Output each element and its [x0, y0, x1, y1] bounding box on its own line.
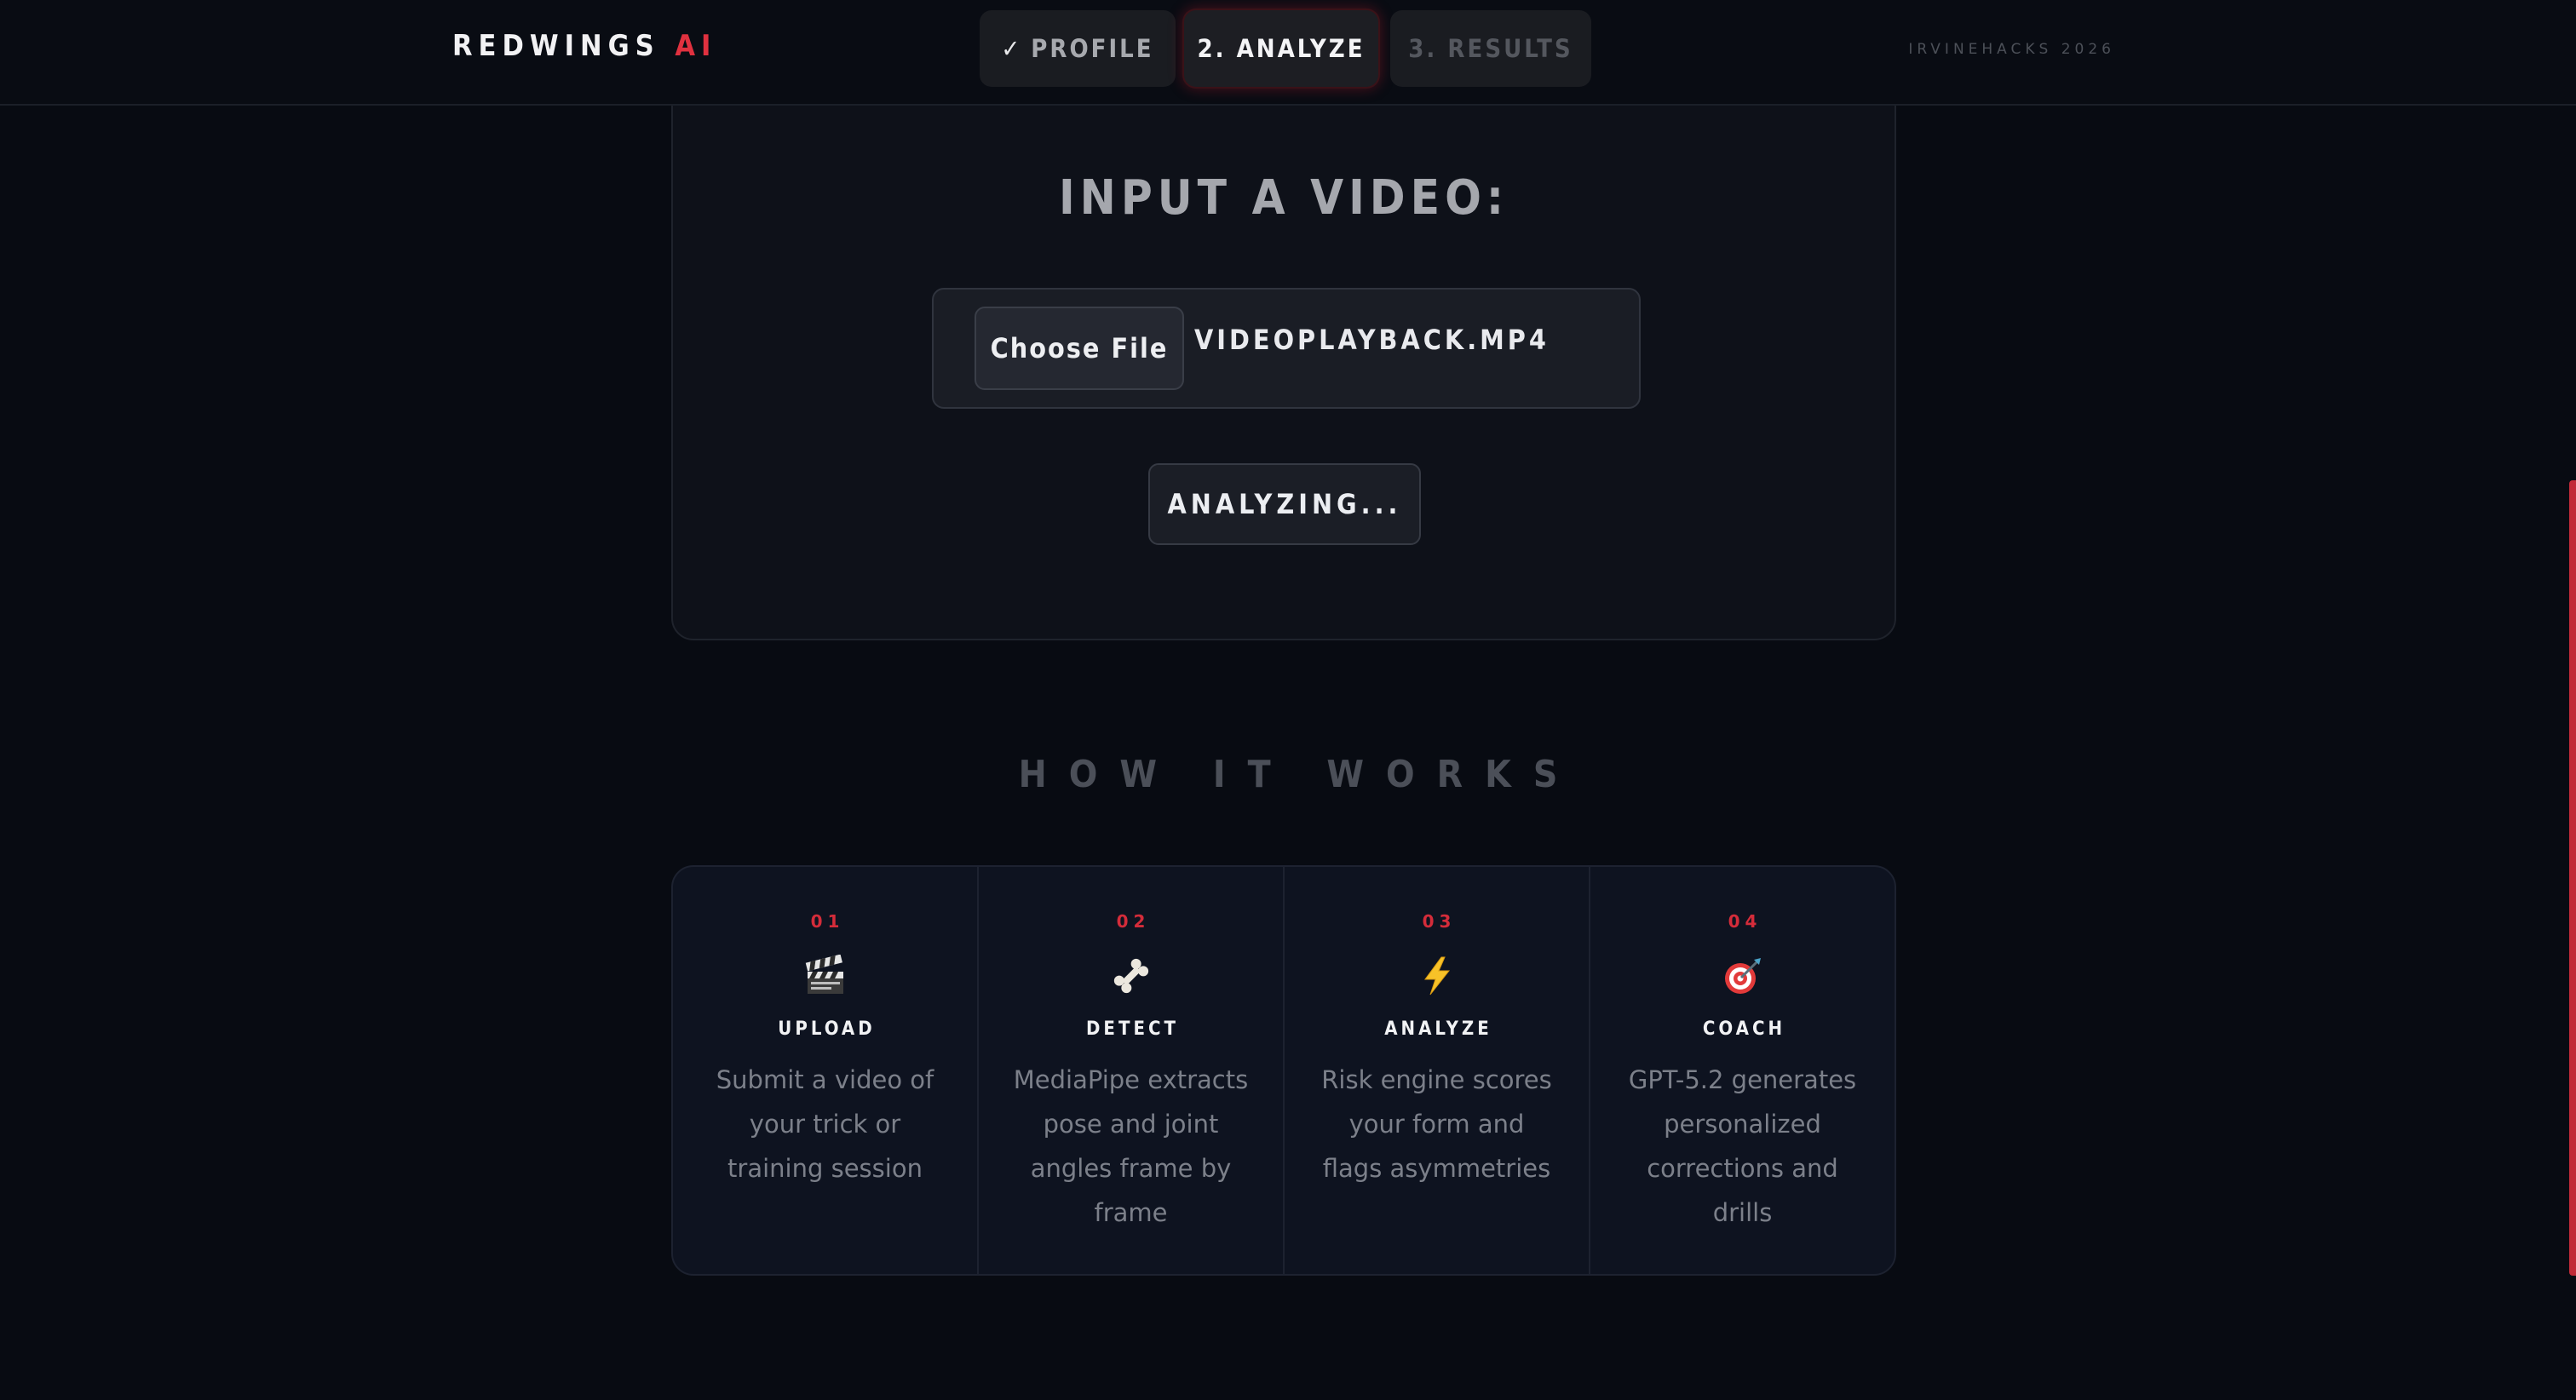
- step-name: DETECT: [1085, 1018, 1179, 1040]
- how-it-works-heading: HOW IT WORKS: [1018, 753, 1580, 796]
- step-description: Submit a video of your trick or training…: [716, 1065, 934, 1183]
- step-number: 03: [1422, 911, 1457, 932]
- brand-accent: AI: [675, 29, 717, 63]
- video-upload-card: INPUT A VIDEO: Choose File VIDEOPLAYBACK…: [671, 51, 1896, 640]
- step-tab-profile[interactable]: ✓ PROFILE: [980, 10, 1176, 87]
- step-number: 01: [810, 911, 845, 932]
- target-icon: [1590, 950, 1895, 1001]
- selected-file-name: VIDEOPLAYBACK.MP4: [1194, 324, 1550, 356]
- step-description: GPT-5.2 generates personalized correctio…: [1628, 1065, 1857, 1227]
- event-tag: IRVINEHACKS 2026: [1908, 41, 2115, 58]
- analyze-button[interactable]: ANALYZING...: [1148, 463, 1421, 545]
- how-step-card-coach: 04 COACH GPT-5.2 generates personalized …: [1590, 867, 1895, 1274]
- how-step-card-upload: 01 UPLOAD Submit a video of your trick o…: [673, 867, 979, 1274]
- brand-name: REDWINGS: [452, 29, 660, 63]
- choose-file-button[interactable]: Choose File: [975, 307, 1184, 390]
- step-tab-results[interactable]: 3. RESULTS: [1390, 10, 1591, 87]
- step-description: MediaPipe extracts pose and joint angles…: [1013, 1065, 1249, 1227]
- top-nav-bar: REDWINGS AI ✓ PROFILE 2. ANALYZE 3. RESU…: [0, 0, 2576, 106]
- brand-logo[interactable]: REDWINGS AI: [452, 29, 716, 63]
- scrollbar-thumb[interactable]: [2569, 480, 2576, 1276]
- step-tab-label: 2. ANALYZE: [1197, 34, 1366, 63]
- step-name: UPLOAD: [778, 1018, 876, 1040]
- how-it-works-grid: 01 UPLOAD Submit a video of your trick o…: [671, 865, 1896, 1276]
- step-name: ANALYZE: [1384, 1018, 1492, 1040]
- lightning-icon: [1285, 950, 1589, 1001]
- step-number: 04: [1728, 911, 1762, 932]
- page: REDWINGS AI ✓ PROFILE 2. ANALYZE 3. RESU…: [0, 0, 2576, 1400]
- how-step-card-detect: 02 DETECT MediaPipe extracts pose and jo…: [979, 867, 1285, 1274]
- step-name: COACH: [1702, 1018, 1786, 1040]
- step-tab-label: 3. RESULTS: [1408, 34, 1573, 63]
- file-input-field[interactable]: Choose File VIDEOPLAYBACK.MP4: [932, 288, 1641, 409]
- upload-heading: INPUT A VIDEO:: [1058, 170, 1509, 226]
- step-number: 02: [1116, 911, 1151, 932]
- checkmark-icon: ✓: [1001, 34, 1023, 63]
- step-tab-label: PROFILE: [1031, 34, 1154, 63]
- clapperboard-icon: [673, 950, 977, 1001]
- step-description: Risk engine scores your form and flags a…: [1321, 1065, 1552, 1183]
- how-step-card-analyze: 03 ANALYZE Risk engine scores your form …: [1285, 867, 1590, 1274]
- bone-icon: [979, 950, 1283, 1001]
- step-tab-analyze[interactable]: 2. ANALYZE: [1184, 10, 1378, 87]
